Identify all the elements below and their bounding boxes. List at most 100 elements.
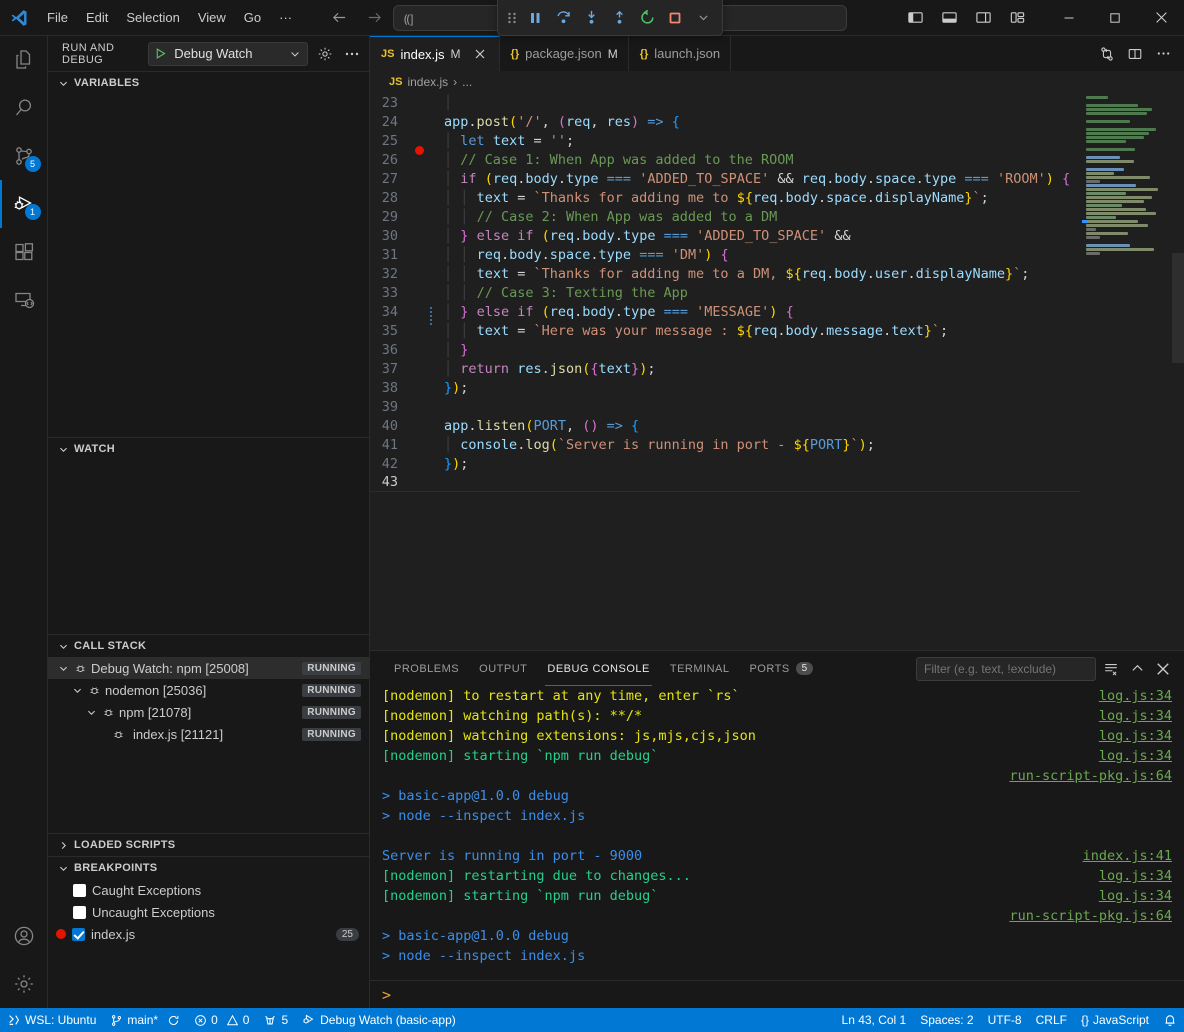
status-remote-host[interactable]: WSL: Ubuntu <box>0 1008 103 1032</box>
toggle-secondary-sidebar-icon[interactable] <box>968 4 998 32</box>
glyph-margin[interactable] <box>412 307 434 355</box>
open-launch-json-gear-icon[interactable] <box>316 42 334 66</box>
console-filter-input[interactable] <box>916 657 1096 681</box>
debug-console-output[interactable]: [nodemon] to restart at any time, enter … <box>370 686 1184 980</box>
drag-handle-icon[interactable] <box>504 5 520 31</box>
restart-button[interactable] <box>634 5 660 31</box>
step-out-button[interactable] <box>606 5 632 31</box>
clear-console-icon[interactable] <box>1100 658 1122 680</box>
collapse-panel-icon[interactable] <box>1126 658 1148 680</box>
activitybar-item-explorer[interactable] <box>0 36 48 84</box>
tab-problems[interactable]: Problems <box>384 651 469 686</box>
breadcrumb-file[interactable]: index.js <box>407 75 448 89</box>
console-source-link[interactable]: run-script-pkg.js:64 <box>1009 768 1172 784</box>
breakpoint-row-caught-exceptions[interactable]: Caught Exceptions <box>48 879 369 901</box>
status-notifications[interactable] <box>1156 1008 1184 1032</box>
debug-console-input-row[interactable]: > <box>370 980 1184 1008</box>
menu-file[interactable]: File <box>38 6 77 29</box>
step-into-button[interactable] <box>578 5 604 31</box>
split-editor-icon[interactable] <box>1122 41 1148 67</box>
breakpoint-row-index-js[interactable]: index.js 25 <box>48 923 369 945</box>
status-eol[interactable]: CRLF <box>1029 1008 1074 1032</box>
tab-ports[interactable]: Ports 5 <box>739 651 823 686</box>
minimize-button[interactable] <box>1046 0 1092 36</box>
status-encoding[interactable]: UTF-8 <box>981 1008 1029 1032</box>
toggle-primary-sidebar-icon[interactable] <box>900 4 930 32</box>
breakpoint-checkbox[interactable] <box>72 928 85 941</box>
console-source-link[interactable]: log.js:34 <box>1099 688 1172 704</box>
status-language-mode[interactable]: {} JavaScript <box>1074 1008 1156 1032</box>
code-content[interactable]: 23 │ 24 app.post('/', (req, res) => { 25… <box>370 93 1080 650</box>
call-stack-row-1[interactable]: nodemon [25036] RUNNING <box>48 679 369 701</box>
section-call-stack-header[interactable]: Call Stack <box>48 635 369 657</box>
launch-configuration-select[interactable]: Debug Watch <box>148 42 308 66</box>
editor-minimap[interactable] <box>1080 93 1184 650</box>
console-source-link[interactable]: log.js:34 <box>1099 868 1172 884</box>
section-variables-header[interactable]: Variables <box>48 72 369 94</box>
activitybar-item-extensions[interactable] <box>0 228 48 276</box>
console-line-12: > basic-app@1.0.0 debug <box>382 926 1184 946</box>
breakpoint-checkbox[interactable] <box>73 906 86 919</box>
activitybar-item-run-and-debug[interactable]: 1 <box>0 180 48 228</box>
section-watch-header[interactable]: Watch <box>48 438 369 460</box>
tab-output[interactable]: Output <box>469 651 537 686</box>
status-editor-position[interactable]: Ln 43, Col 1 <box>835 1008 914 1032</box>
activitybar-item-manage-settings[interactable] <box>0 960 48 1008</box>
activitybar-item-remote-explorer[interactable] <box>0 276 48 324</box>
call-stack-row-0[interactable]: Debug Watch: npm [25008] RUNNING <box>48 657 369 679</box>
editor-scrollbar[interactable] <box>1172 253 1184 363</box>
console-source-link[interactable]: log.js:34 <box>1099 728 1172 744</box>
menu-go[interactable]: Go <box>235 6 270 29</box>
console-message: [nodemon] watching extensions: js,mjs,cj… <box>382 728 756 744</box>
status-problems[interactable]: 0 0 <box>187 1008 256 1032</box>
close-panel-icon[interactable] <box>1152 658 1174 680</box>
close-icon[interactable] <box>471 45 489 63</box>
stop-button[interactable] <box>662 5 688 31</box>
console-source-link[interactable]: log.js:34 <box>1099 888 1172 904</box>
tab-launch-json[interactable]: {} launch.json <box>629 36 731 71</box>
toggle-panel-icon[interactable] <box>934 4 964 32</box>
tab-terminal[interactable]: Terminal <box>660 651 740 686</box>
call-stack-row-3[interactable]: index.js [21121] RUNNING <box>48 723 369 745</box>
open-changes-icon[interactable] <box>1094 41 1120 67</box>
code-line-27: 27 │ if (req.body.type === 'ADDED_TO_SPA… <box>370 169 1080 188</box>
status-ports[interactable]: 5 <box>256 1008 295 1032</box>
breadcrumb-symbol[interactable]: ... <box>462 75 472 89</box>
close-window-button[interactable] <box>1138 0 1184 36</box>
tab-debug-console[interactable]: Debug Console <box>537 651 659 686</box>
activitybar-item-search[interactable] <box>0 84 48 132</box>
console-source-link[interactable]: log.js:34 <box>1099 708 1172 724</box>
menu-selection[interactable]: Selection <box>117 6 188 29</box>
breakpoint-checkbox[interactable] <box>73 884 86 897</box>
menu-edit[interactable]: Edit <box>77 6 117 29</box>
menu-view[interactable]: View <box>189 6 235 29</box>
call-stack-row-2[interactable]: npm [21078] RUNNING <box>48 701 369 723</box>
status-indentation[interactable]: Spaces: 2 <box>913 1008 980 1032</box>
go-forward-icon[interactable] <box>366 9 383 26</box>
more-actions-icon[interactable] <box>1150 41 1176 67</box>
status-git-branch[interactable]: main* <box>103 1008 187 1032</box>
breakpoint-row-uncaught-exceptions[interactable]: Uncaught Exceptions <box>48 901 369 923</box>
code-editor[interactable]: 23 │ 24 app.post('/', (req, res) => { 25… <box>370 93 1184 650</box>
go-back-icon[interactable] <box>331 9 348 26</box>
tab-index-js[interactable]: JS index.js M <box>370 36 500 71</box>
status-debug-session[interactable]: Debug Watch (basic-app) <box>295 1008 463 1032</box>
pause-button[interactable] <box>522 5 548 31</box>
menu-more[interactable]: ··· <box>270 6 301 29</box>
breakpoint-dot-icon[interactable] <box>415 146 424 155</box>
activitybar-item-source-control[interactable]: 5 <box>0 132 48 180</box>
chevron-right-icon: > <box>382 986 391 1004</box>
maximize-button[interactable] <box>1092 0 1138 36</box>
line-number: 34 <box>370 304 412 320</box>
customize-layout-icon[interactable] <box>1002 4 1032 32</box>
sidebar-more-actions-icon[interactable] <box>343 42 361 66</box>
activitybar-item-accounts[interactable] <box>0 912 48 960</box>
console-source-link[interactable]: log.js:34 <box>1099 748 1172 764</box>
section-breakpoints-header[interactable]: Breakpoints <box>48 857 369 879</box>
step-over-button[interactable] <box>550 5 576 31</box>
more-debug-actions-icon[interactable] <box>690 5 716 31</box>
tab-package-json[interactable]: {} package.json M <box>500 36 629 71</box>
section-loaded-scripts-header[interactable]: Loaded Scripts <box>48 834 369 856</box>
console-source-link[interactable]: run-script-pkg.js:64 <box>1009 908 1172 924</box>
console-source-link[interactable]: index.js:41 <box>1083 848 1172 864</box>
